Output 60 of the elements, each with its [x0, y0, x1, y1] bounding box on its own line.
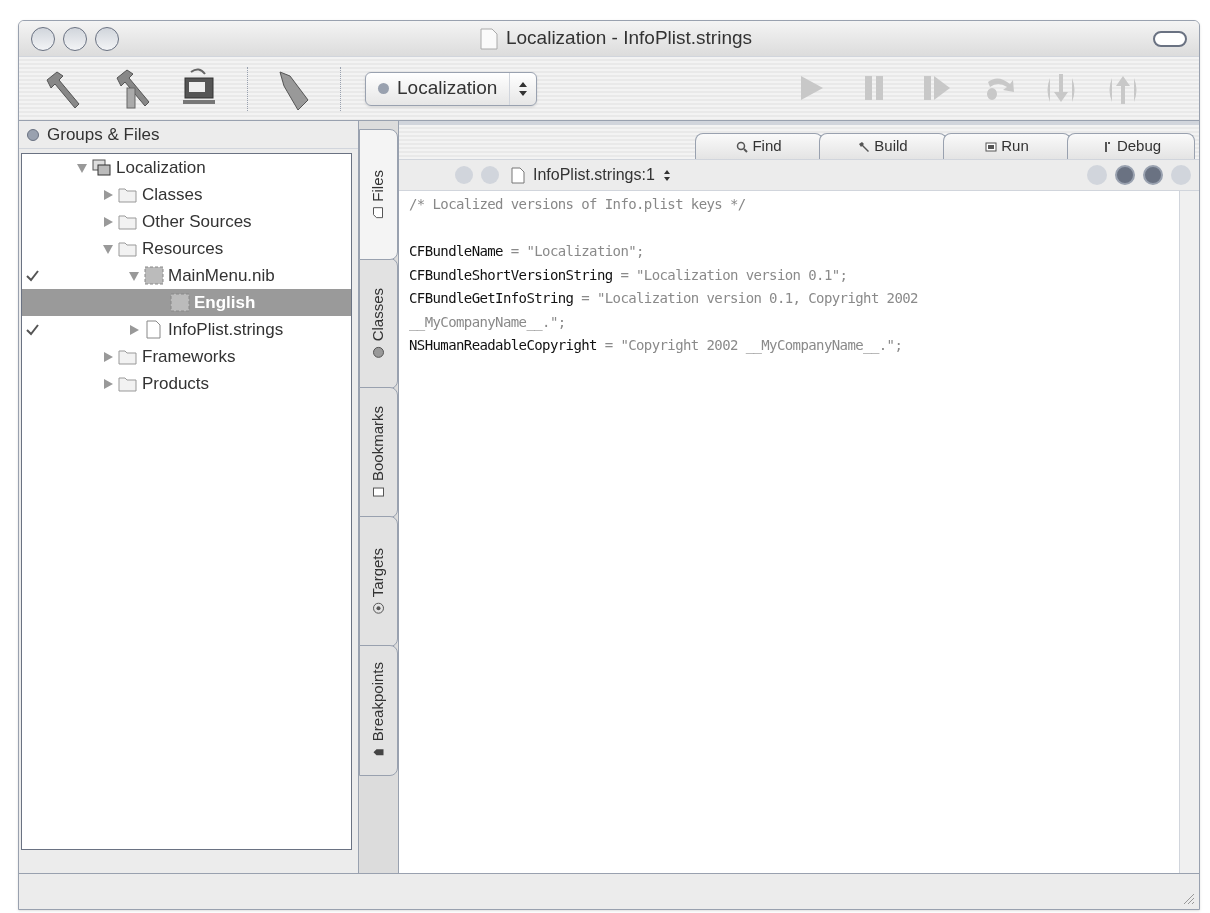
counterpart-button[interactable] — [1115, 165, 1135, 185]
document-icon — [144, 319, 164, 340]
tree-item-label[interactable]: MainMenu.nib — [168, 262, 275, 289]
globe-icon — [372, 346, 385, 359]
zoom-button[interactable] — [95, 26, 119, 51]
nib-file-icon — [144, 265, 164, 286]
tree-item-label[interactable]: Products — [142, 370, 210, 397]
code-line: CFBundleShortVersionString = "Localization version 0.1"; — [409, 265, 849, 285]
disclosure-triangle-icon[interactable] — [128, 269, 140, 282]
code-line: CFBundleName = "Localization"; — [409, 242, 645, 261]
bookmark-icon — [372, 486, 385, 499]
disclosure-triangle-icon[interactable] — [128, 323, 140, 336]
window-title: Localization - InfoPlist.strings — [505, 26, 753, 51]
file-popup[interactable]: InfoPlist.strings:1 — [511, 163, 671, 187]
document-icon — [479, 27, 498, 50]
build-button[interactable]: Build — [819, 133, 947, 159]
close-button[interactable] — [31, 26, 55, 51]
find-button[interactable]: Find — [695, 133, 823, 159]
updown-arrows-icon — [518, 80, 529, 97]
updown-arrows-icon — [662, 168, 671, 182]
checkmark-icon[interactable] — [26, 269, 39, 282]
side-tab[interactable]: Classes — [359, 258, 398, 389]
disclosure-triangle-icon[interactable] — [76, 161, 88, 174]
tree-item-label[interactable]: Localization — [116, 154, 206, 181]
disclosure-triangle-icon[interactable] — [102, 215, 114, 228]
code-line: CFBundleGetInfoString = "Localization version 0.1, Copyright 2002 — [409, 289, 919, 308]
nib-file-icon — [170, 292, 190, 313]
resize-grip-icon[interactable] — [1181, 891, 1195, 905]
check-button[interactable] — [1087, 165, 1107, 185]
disclosure-triangle-icon[interactable] — [102, 377, 114, 390]
document-icon — [372, 206, 385, 219]
tree-item-label[interactable]: Other Sources — [142, 208, 252, 235]
minimize-button[interactable] — [63, 26, 87, 51]
disclosure-triangle-icon[interactable] — [102, 188, 114, 201]
code-line: __MyCompanyName__."; — [409, 312, 567, 333]
side-tab[interactable]: Targets — [359, 516, 398, 647]
side-tab[interactable]: Bookmarks — [359, 387, 398, 518]
side-tab[interactable]: Breakpoints — [359, 645, 398, 776]
side-tab[interactable]: Files — [359, 129, 398, 260]
hammer-icon — [858, 140, 871, 153]
window-icon — [985, 140, 998, 153]
tree-item-label[interactable]: InfoPlist.strings — [168, 316, 284, 343]
run-button[interactable]: Run — [943, 133, 1071, 159]
toolbar-toggle-button[interactable] — [1153, 30, 1187, 47]
tree-item-label[interactable]: Frameworks — [142, 343, 236, 370]
project-icon — [92, 157, 112, 178]
document-icon — [511, 166, 525, 184]
checkmark-icon[interactable] — [26, 323, 39, 336]
disclosure-triangle-icon[interactable] — [102, 350, 114, 363]
tree-item-label[interactable]: Resources — [142, 235, 224, 262]
code-comment: /* Localized versions of Info.plist keys */ — [409, 195, 747, 214]
code-line: NSHumanReadableCopyright = "Copyright 2002 __MyCompanyName__."; — [409, 336, 904, 356]
target-icon — [372, 602, 385, 615]
target-popup[interactable]: Localization — [365, 71, 538, 106]
groups-files-header: Groups & Files — [47, 123, 160, 146]
magnifier-icon — [736, 140, 749, 153]
disclosure-triangle-icon[interactable] — [102, 242, 114, 255]
debug-button[interactable]: Debug — [1067, 133, 1195, 159]
bookmark-button[interactable] — [1143, 165, 1163, 185]
tree-item-label[interactable]: Classes — [142, 181, 203, 208]
